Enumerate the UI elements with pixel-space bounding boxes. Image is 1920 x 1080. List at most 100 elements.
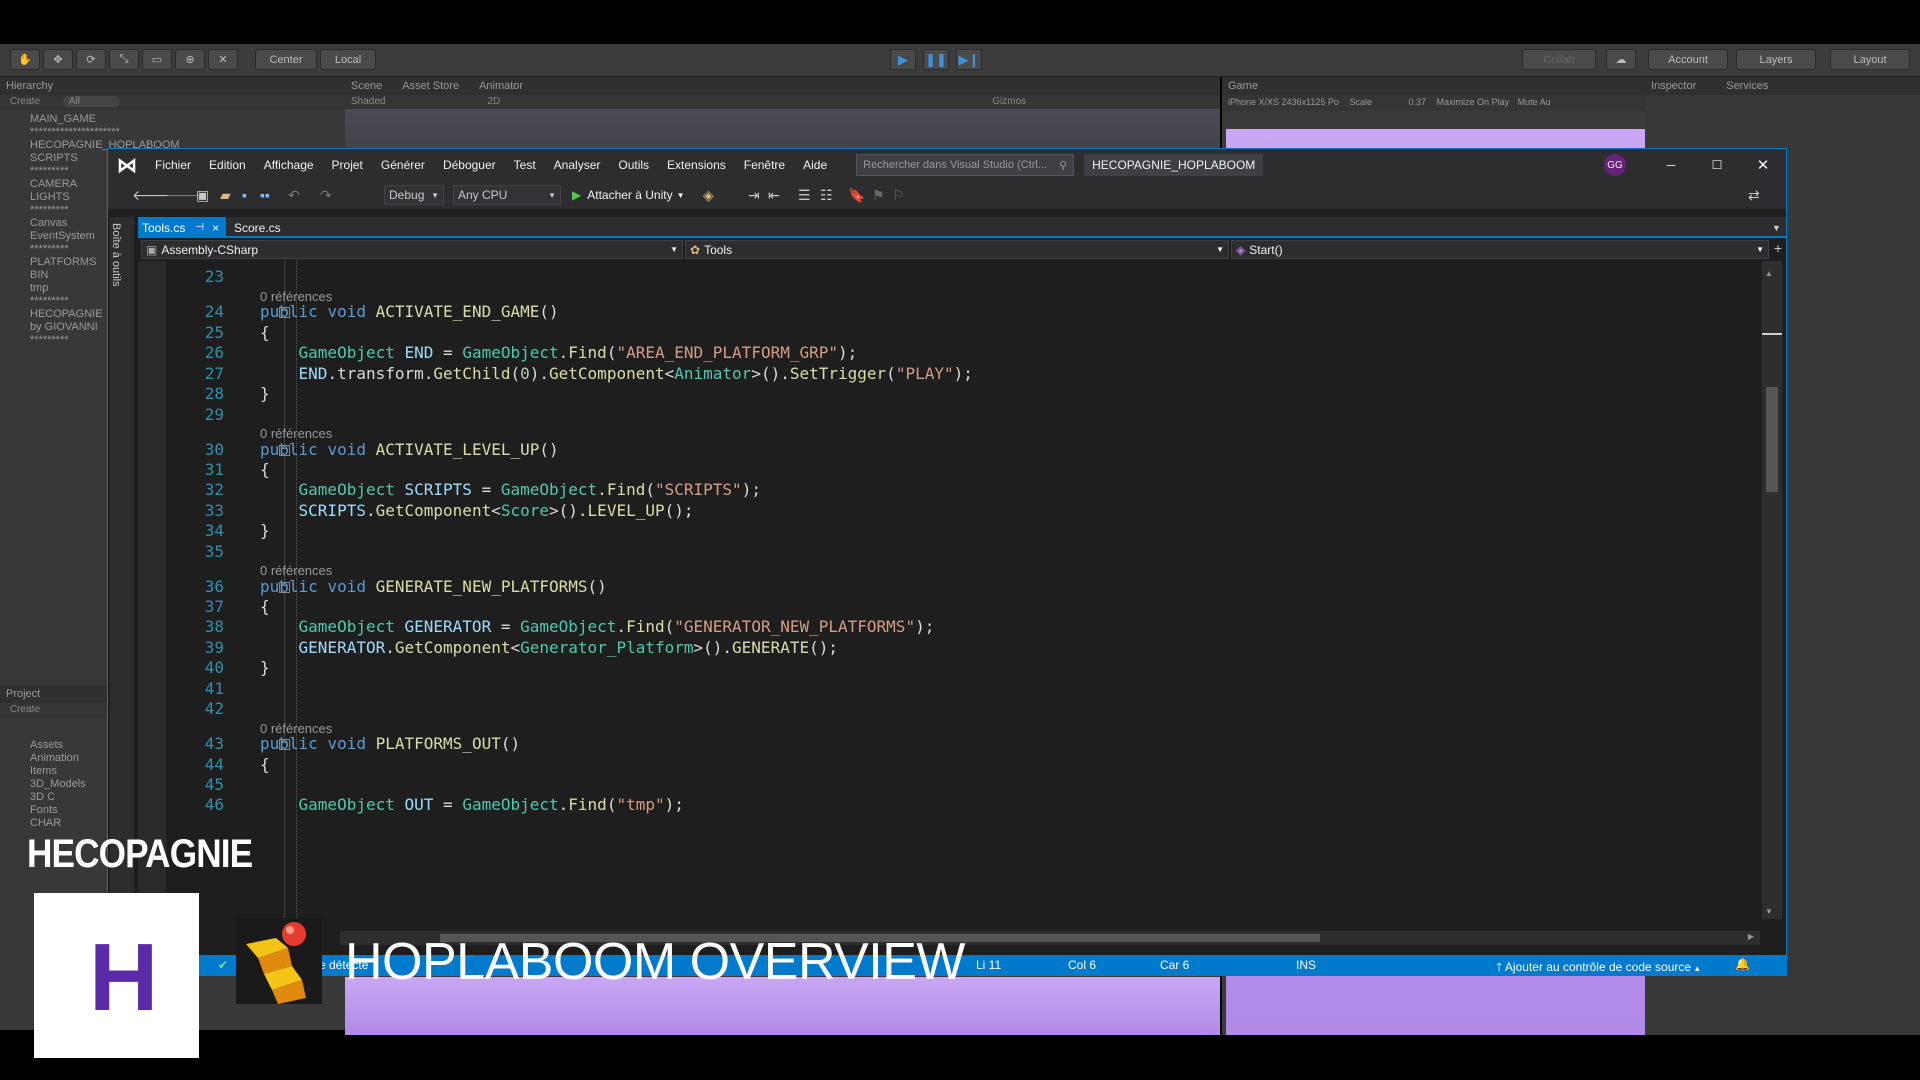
scale-tool-icon[interactable]: ⤡ (109, 49, 139, 70)
vertical-scroll-thumb[interactable] (1766, 387, 1778, 492)
split-icon[interactable]: + (1771, 240, 1785, 259)
collab-button[interactable]: Collab (1522, 49, 1596, 70)
tabs-overflow-icon[interactable]: ▼ (1768, 217, 1785, 238)
pivot-center-button[interactable]: Center (255, 49, 317, 70)
maximize-toggle[interactable]: Maximize On Play (1437, 97, 1510, 107)
shading-mode-dropdown[interactable]: Shaded (351, 96, 385, 110)
code-line[interactable]: public void ACTIVATE_LEVEL_UP() (260, 440, 559, 462)
mute-toggle[interactable]: Mute Au (1518, 97, 1551, 107)
close-icon[interactable]: ✕ (1740, 156, 1786, 174)
menu-item[interactable]: Générer (372, 158, 434, 172)
platform-dropdown[interactable]: Any CPU ▼ (453, 185, 561, 205)
menu-item[interactable]: Test (505, 158, 545, 172)
code-line[interactable]: END.transform.GetChild(0).GetComponent<A… (260, 364, 973, 386)
menu-item[interactable]: Affichage (255, 158, 323, 172)
line-indicator[interactable]: Li 11 (976, 958, 1001, 972)
menu-item[interactable]: Déboguer (434, 158, 505, 172)
rotate-tool-icon[interactable]: ⟳ (76, 49, 106, 70)
gizmos-dropdown[interactable]: Gizmos (992, 96, 1026, 110)
code-line[interactable]: public void PLATFORMS_OUT() (260, 734, 520, 756)
new-project-icon[interactable]: ▣ (196, 185, 209, 205)
indent-icon[interactable]: ☷ (820, 185, 833, 205)
device-dropdown[interactable]: iPhone X/XS 2436x1125 Po (1228, 97, 1339, 107)
code-line[interactable]: } (260, 521, 270, 543)
scene-tab[interactable]: Scene (351, 80, 382, 92)
inspector-tab[interactable]: Inspector (1651, 80, 1696, 92)
hierarchy-item[interactable]: ********************* (30, 126, 345, 139)
insert-mode[interactable]: INS (1296, 958, 1316, 972)
class-nav-dropdown[interactable]: ✿ Tools ▼ (685, 240, 1229, 259)
hierarchy-tab[interactable]: Hierarchy (0, 77, 345, 95)
project-nav-dropdown[interactable]: ▣ Assembly-CSharp ▼ (141, 240, 683, 259)
unity-icon[interactable]: ◈ (703, 185, 714, 205)
code-line[interactable]: { (260, 323, 270, 345)
references-codelens[interactable]: 0 références (260, 426, 332, 441)
code-line[interactable]: } (260, 658, 270, 680)
hierarchy-item[interactable]: MAIN_GAME (30, 113, 345, 126)
save-all-icon[interactable]: ▪▪ (260, 185, 270, 205)
menu-item[interactable]: Outils (609, 158, 658, 172)
code-line[interactable]: public void ACTIVATE_END_GAME() (260, 302, 559, 324)
member-nav-dropdown[interactable]: ◈ Start() ▼ (1231, 240, 1769, 259)
code-line[interactable]: GameObject GENERATOR = GameObject.Find("… (260, 617, 935, 639)
minimize-icon[interactable]: ─ (1648, 158, 1694, 172)
account-dropdown[interactable]: Account (1648, 49, 1728, 70)
code-line[interactable]: GameObject OUT = GameObject.Find("tmp"); (260, 795, 684, 817)
asset-store-tab[interactable]: Asset Store (402, 80, 459, 92)
hierarchy-search[interactable]: All (62, 96, 120, 107)
step-icon[interactable]: ▶❙ (956, 49, 982, 70)
code-line[interactable]: SCRIPTS.GetComponent<Score>().LEVEL_UP()… (260, 501, 694, 523)
step-over-icon[interactable]: ⇤ (768, 185, 780, 205)
code-line[interactable]: { (260, 755, 270, 777)
redo-icon[interactable]: ↷ (320, 185, 332, 205)
menu-item[interactable]: Projet (323, 158, 372, 172)
live-share-icon[interactable]: ⇄ (1748, 185, 1760, 205)
code-line[interactable]: GameObject END = GameObject.Find("AREA_E… (260, 343, 858, 365)
vs-search-input[interactable]: Rechercher dans Visual Studio (Ctrl... ⚲ (856, 154, 1075, 176)
step-into-icon[interactable]: ⇥ (748, 185, 760, 205)
undo-icon[interactable]: ↶ (288, 185, 300, 205)
menu-item[interactable]: Edition (200, 158, 255, 172)
menu-item[interactable]: Aide (794, 158, 836, 172)
menu-item[interactable]: Analyser (545, 158, 610, 172)
config-dropdown[interactable]: Debug ▼ (384, 185, 444, 205)
maximize-icon[interactable]: ☐ (1694, 158, 1740, 172)
prev-bookmark-icon[interactable]: ⚑ (872, 185, 885, 205)
layers-dropdown[interactable]: Layers (1736, 49, 1816, 70)
col-indicator[interactable]: Col 6 (1068, 958, 1096, 972)
menu-item[interactable]: Extensions (658, 158, 735, 172)
back-icon[interactable]: 🡐 (132, 185, 170, 205)
attach-unity-button[interactable]: ▶ Attacher à Unity ▼ (572, 185, 685, 205)
next-bookmark-icon[interactable]: ⚐ (892, 185, 905, 205)
code-editor[interactable]: 23 24 25 26 27 28 29 30 31 32 33 34 35 36 37 38 39 40 41 42… (138, 261, 1762, 954)
code-line[interactable]: GameObject SCRIPTS = GameObject.Find("SC… (260, 480, 761, 502)
layout-dropdown[interactable]: Layout (1830, 49, 1910, 70)
custom-tool-icon[interactable]: ✕ (208, 49, 238, 70)
tab-score-cs[interactable]: Score.cs (230, 217, 285, 238)
menu-item[interactable]: Fichier (146, 158, 200, 172)
scale-value[interactable]: 0.37 (1408, 97, 1426, 107)
tab-tools-cs[interactable]: Tools.cs ⊣ × (138, 217, 226, 238)
rect-tool-icon[interactable]: ▭ (142, 49, 172, 70)
animator-tab[interactable]: Animator (479, 80, 523, 92)
save-icon[interactable]: ▪ (242, 185, 247, 205)
code-line[interactable]: { (260, 460, 270, 482)
create-button[interactable]: Create (10, 96, 40, 107)
code-line[interactable]: { (260, 597, 270, 619)
pin-icon[interactable]: ⊣ (195, 222, 204, 233)
code-line[interactable]: } (260, 384, 270, 406)
2d-toggle[interactable]: 2D (487, 96, 500, 110)
outdent-icon[interactable]: ☰ (798, 185, 811, 205)
hand-tool-icon[interactable]: ✋ (10, 49, 40, 70)
pivot-local-button[interactable]: Local (320, 49, 376, 70)
pause-icon[interactable]: ❚❚ (923, 49, 949, 70)
toolbox-label[interactable]: Boîte à outils (110, 217, 122, 287)
services-tab[interactable]: Services (1726, 80, 1768, 92)
references-codelens[interactable]: 0 références (260, 563, 332, 578)
user-avatar[interactable]: GG (1604, 154, 1626, 176)
game-tab[interactable]: Game (1222, 77, 1645, 95)
bookmark-icon[interactable]: 🔖 (848, 185, 865, 205)
code-line[interactable]: GENERATOR.GetComponent<Generator_Platfor… (260, 638, 838, 660)
code-line[interactable]: public void GENERATE_NEW_PLATFORMS() (260, 577, 607, 599)
transform-tool-icon[interactable]: ⊕ (175, 49, 205, 70)
